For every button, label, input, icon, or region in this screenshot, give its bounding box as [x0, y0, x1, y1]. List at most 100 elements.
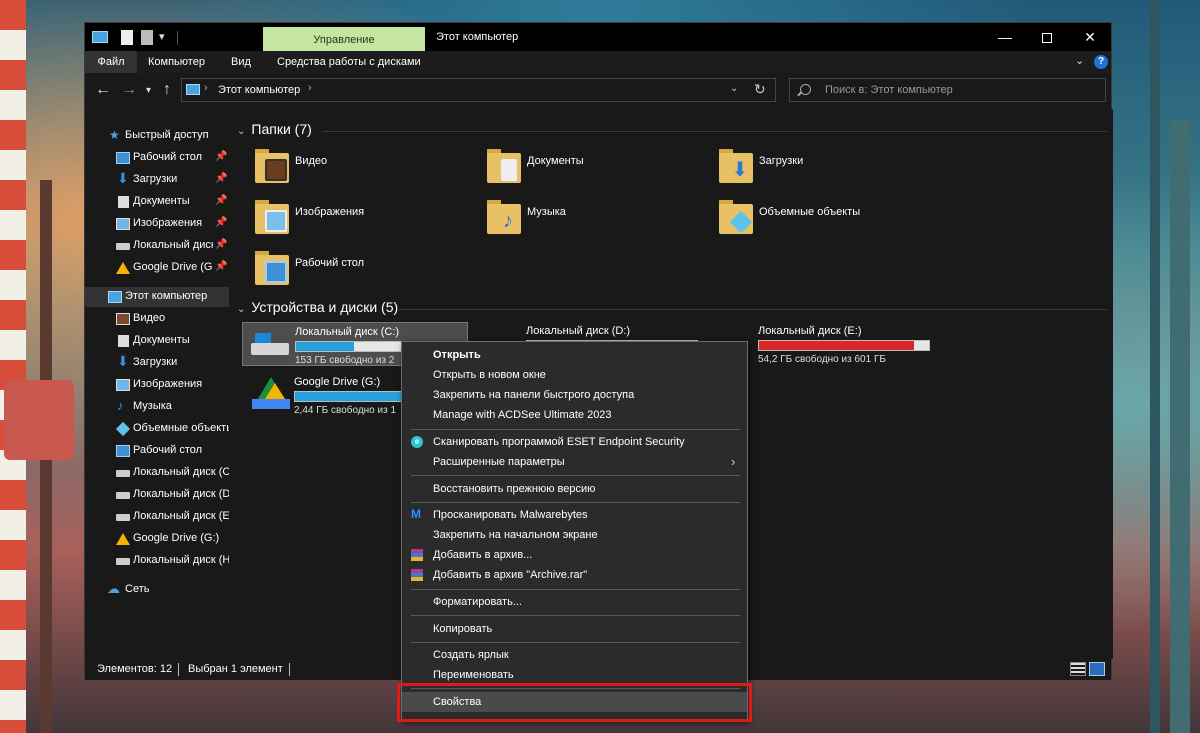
folder-music[interactable]: ♪ Музыка [461, 196, 681, 244]
folders-group-header[interactable]: ⌄ Папки (7) [237, 121, 312, 137]
sidebar-item-3d-objects[interactable]: Объемные объекты [85, 419, 229, 439]
folder-3d-objects[interactable]: Объемные объекты [693, 196, 913, 244]
menu-item-pin-quick-access[interactable]: Закрепить на панели быстрого доступа [402, 385, 747, 405]
tab-file[interactable]: Файл [85, 51, 137, 73]
minimize-button[interactable]: — [983, 23, 1027, 51]
tiles-view-icon[interactable] [1089, 662, 1105, 676]
tab-drive-tools[interactable]: Средства работы с дисками [277, 51, 421, 73]
details-view-icon[interactable] [1070, 662, 1086, 676]
windows-drive-icon [251, 333, 289, 355]
back-arrow-icon[interactable]: ← [95, 81, 111, 99]
folder-desktop[interactable]: Рабочий стол [229, 247, 449, 295]
download-icon: ⬇ [117, 353, 129, 369]
tab-view[interactable]: Вид [231, 51, 251, 73]
breadcrumb-chevron-icon[interactable]: › [308, 82, 312, 94]
menu-item-add-archive-rar[interactable]: Добавить в архив "Archive.rar" [402, 565, 747, 585]
sidebar-item-pictures[interactable]: Изображения [85, 375, 229, 395]
menu-item-label: Просканировать Malwarebytes [433, 509, 588, 521]
breadcrumb-chevron-icon[interactable]: › [204, 82, 208, 94]
pin-icon[interactable]: 📌 [215, 151, 227, 162]
maximize-icon [1042, 33, 1052, 44]
title-bar: ▾ Управление Этот компьютер — ✕ [85, 23, 1111, 51]
pin-icon[interactable]: 📌 [215, 173, 227, 184]
sidebar-item-music[interactable]: ♪ Музыка [85, 397, 229, 417]
pin-icon[interactable]: 📌 [215, 261, 227, 272]
sidebar-item-downloads-quick[interactable]: ⬇ Загрузки 📌 [85, 170, 229, 190]
documents-folder-icon [487, 149, 521, 183]
menu-item-eset-scan[interactable]: e Сканировать программой ESET Endpoint Se… [402, 432, 747, 452]
menu-item-malwarebytes[interactable]: M Просканировать Malwarebytes [402, 505, 747, 525]
sidebar-item-documents[interactable]: Документы [85, 331, 229, 351]
tab-computer[interactable]: Компьютер [148, 51, 205, 73]
expand-ribbon-icon[interactable]: ⌄ [1075, 54, 1084, 67]
folder-documents[interactable]: Документы [461, 145, 681, 193]
collapse-chevron-icon[interactable]: ⌄ [237, 126, 245, 137]
recent-locations-icon[interactable]: ▾ [146, 85, 151, 96]
sidebar-item-documents-quick[interactable]: Документы 📌 [85, 192, 229, 212]
pin-icon[interactable]: 📌 [215, 195, 227, 206]
menu-item-open[interactable]: Открыть [402, 345, 747, 365]
drive-name: Google Drive (G:) [294, 376, 381, 388]
forward-arrow-icon[interactable]: → [121, 81, 137, 99]
menu-item-create-shortcut[interactable]: Создать ярлык [402, 645, 747, 665]
menu-item-advanced[interactable]: Расширенные параметры › [402, 452, 747, 472]
download-icon: ⬇ [117, 170, 129, 186]
sidebar-item-label: Рабочий стол [133, 151, 203, 163]
menu-item-label: Сканировать программой ESET Endpoint Sec… [433, 436, 685, 448]
sidebar-item-google-drive[interactable]: Google Drive (G:) [85, 529, 229, 549]
menu-separator [411, 589, 740, 590]
menu-item-label: Закрепить на начальном экране [433, 529, 598, 541]
quick-access-divider [177, 31, 178, 45]
sidebar-item-downloads[interactable]: ⬇ Загрузки [85, 353, 229, 373]
search-icon [800, 84, 811, 95]
wallpaper-sign [4, 380, 74, 460]
folder-downloads[interactable]: ⬇ Загрузки [693, 145, 913, 193]
customize-quick-access-icon[interactable]: ▾ [159, 30, 175, 46]
sidebar-item-pictures-quick[interactable]: Изображения 📌 [85, 214, 229, 234]
sidebar-item-quick-access[interactable]: ★ Быстрый доступ [85, 126, 229, 146]
folder-label: Документы [527, 155, 584, 167]
sidebar-item-desktop-quick[interactable]: Рабочий стол 📌 [85, 148, 229, 168]
drives-group-header[interactable]: ⌄ Устройства и диски (5) [237, 299, 398, 315]
folder-videos[interactable]: Видео [229, 145, 449, 193]
drive-usage-bar [758, 340, 930, 351]
collapse-chevron-icon[interactable]: ⌄ [237, 304, 245, 315]
menu-item-label: Создать ярлык [433, 649, 509, 661]
close-button[interactable]: ✕ [1068, 23, 1112, 51]
menu-separator [411, 502, 740, 503]
sidebar-item-drive-e[interactable]: Локальный диск (E:) [85, 507, 229, 527]
sidebar-item-drive-d[interactable]: Локальный диск (D:) [85, 485, 229, 505]
sidebar-item-this-pc[interactable]: Этот компьютер [85, 287, 229, 307]
menu-item-pin-start[interactable]: Закрепить на начальном экране [402, 525, 747, 545]
menu-item-restore-version[interactable]: Восстановить прежнюю версию [402, 479, 747, 499]
help-icon[interactable]: ? [1094, 55, 1108, 69]
pin-icon[interactable]: 📌 [215, 217, 227, 228]
menu-item-add-archive[interactable]: Добавить в архив... [402, 545, 747, 565]
maximize-button[interactable] [1025, 23, 1069, 51]
menu-item-format[interactable]: Форматировать... [402, 592, 747, 612]
breadcrumb-this-pc[interactable]: Этот компьютер [218, 84, 300, 96]
manage-context-tab[interactable]: Управление [263, 27, 425, 51]
menu-item-open-new-window[interactable]: Открыть в новом окне [402, 365, 747, 385]
up-arrow-icon[interactable]: ↑ [163, 81, 171, 99]
sidebar-item-local-disk-quick[interactable]: Локальный диск 📌 [85, 236, 229, 256]
menu-item-rename[interactable]: Переименовать [402, 665, 747, 685]
sidebar-item-drive-c[interactable]: Локальный диск (C:) [85, 463, 229, 483]
search-input[interactable]: Поиск в: Этот компьютер [789, 78, 1106, 102]
menu-item-copy[interactable]: Копировать [402, 619, 747, 639]
sidebar-item-google-drive-quick[interactable]: Google Drive (G:) 📌 [85, 258, 229, 278]
new-folder-quick-icon[interactable] [141, 30, 153, 45]
sidebar-item-desktop[interactable]: Рабочий стол [85, 441, 229, 461]
address-bar[interactable]: › Этот компьютер › ⌄ ↻ [181, 78, 776, 102]
address-dropdown-icon[interactable]: ⌄ [730, 83, 738, 94]
folder-label: Загрузки [759, 155, 804, 167]
sidebar-item-network[interactable]: ☁ Сеть [85, 580, 229, 600]
menu-item-acdsee[interactable]: Manage with ACDSee Ultimate 2023 [402, 405, 747, 425]
properties-quick-icon[interactable] [121, 30, 133, 45]
pin-icon[interactable]: 📌 [215, 239, 227, 250]
sidebar-item-drive-h[interactable]: Локальный диск (H:) [85, 551, 229, 571]
sidebar-item-videos[interactable]: Видео [85, 309, 229, 329]
menu-item-label: Восстановить прежнюю версию [433, 483, 596, 495]
folder-pictures[interactable]: Изображения [229, 196, 449, 244]
refresh-icon[interactable]: ↻ [754, 81, 766, 98]
